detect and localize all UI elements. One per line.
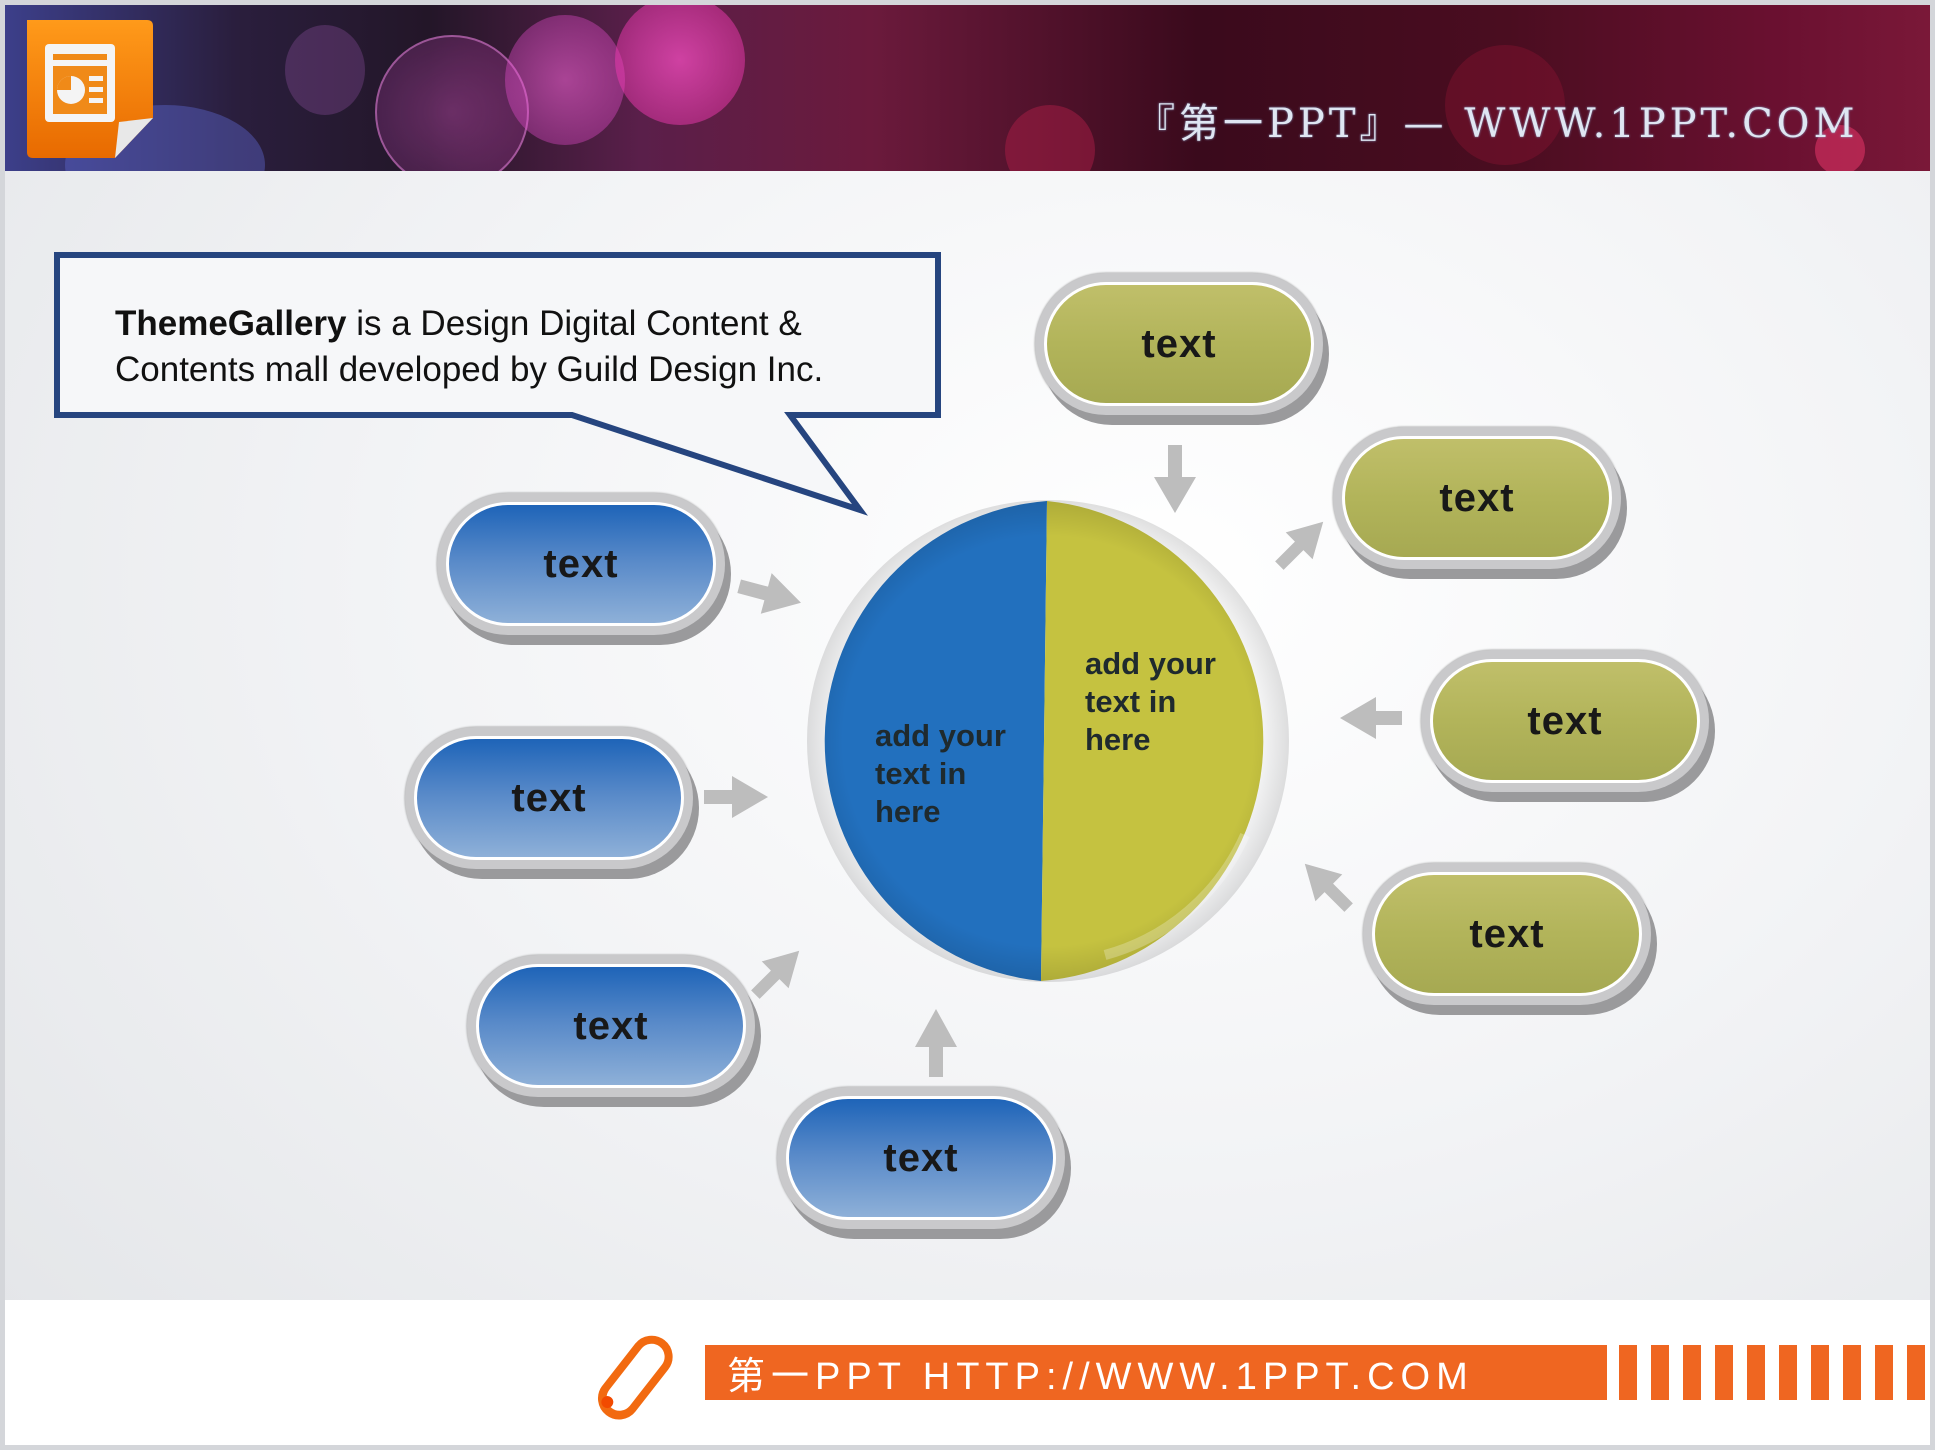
node-label: text xyxy=(1141,321,1217,366)
node-label: text xyxy=(573,1003,649,1048)
gray-arrow-icon xyxy=(915,1009,957,1077)
blue-node[interactable]: text xyxy=(467,955,755,1097)
olive-node[interactable]: text xyxy=(1333,427,1621,569)
callout-brand: ThemeGallery xyxy=(115,304,347,343)
gray-arrow-icon xyxy=(1340,697,1402,739)
gray-arrow-icon xyxy=(737,573,801,614)
node-label: text xyxy=(1527,698,1603,743)
callout-line2: Contents mall developed by Guild Design … xyxy=(115,350,824,389)
node-label: text xyxy=(1439,475,1515,520)
gray-arrow-icon xyxy=(1275,521,1324,570)
footer-bar: 第一PPT HTTP://WWW.1PPT.COM xyxy=(705,1345,1607,1400)
olive-node[interactable]: text xyxy=(1363,863,1651,1005)
pencil-icon xyxy=(598,1335,673,1420)
gray-arrow-icon xyxy=(1154,445,1196,513)
node-label: text xyxy=(543,541,619,586)
callout-line1: is a Design Digital Content & xyxy=(346,304,802,343)
blue-node[interactable]: text xyxy=(437,493,725,635)
callout-text: ThemeGallery is a Design Digital Content… xyxy=(115,301,915,393)
gray-arrow-icon xyxy=(1304,863,1353,912)
footer: 第一PPT HTTP://WWW.1PPT.COM xyxy=(5,1300,1930,1445)
olive-node[interactable]: text xyxy=(1421,650,1709,792)
node-label: text xyxy=(511,775,587,820)
pie-right-label: add your text in here xyxy=(1085,646,1216,757)
olive-node[interactable]: text xyxy=(1035,273,1323,415)
node-label: text xyxy=(883,1135,959,1180)
blue-node[interactable]: text xyxy=(777,1087,1065,1229)
footer-link[interactable]: 第一PPT HTTP://WWW.1PPT.COM xyxy=(705,1345,1474,1400)
pie-left-label: add your text in here xyxy=(875,718,1006,829)
node-label: text xyxy=(1469,911,1545,956)
slide: 『第一PPT』— WWW.1PPT.COM ThemeGallery is a … xyxy=(5,5,1930,1445)
gray-arrow-icon xyxy=(751,950,800,999)
blue-node[interactable]: text xyxy=(405,727,693,869)
footer-stripes xyxy=(1619,1345,1930,1400)
gray-arrow-icon xyxy=(704,776,768,818)
